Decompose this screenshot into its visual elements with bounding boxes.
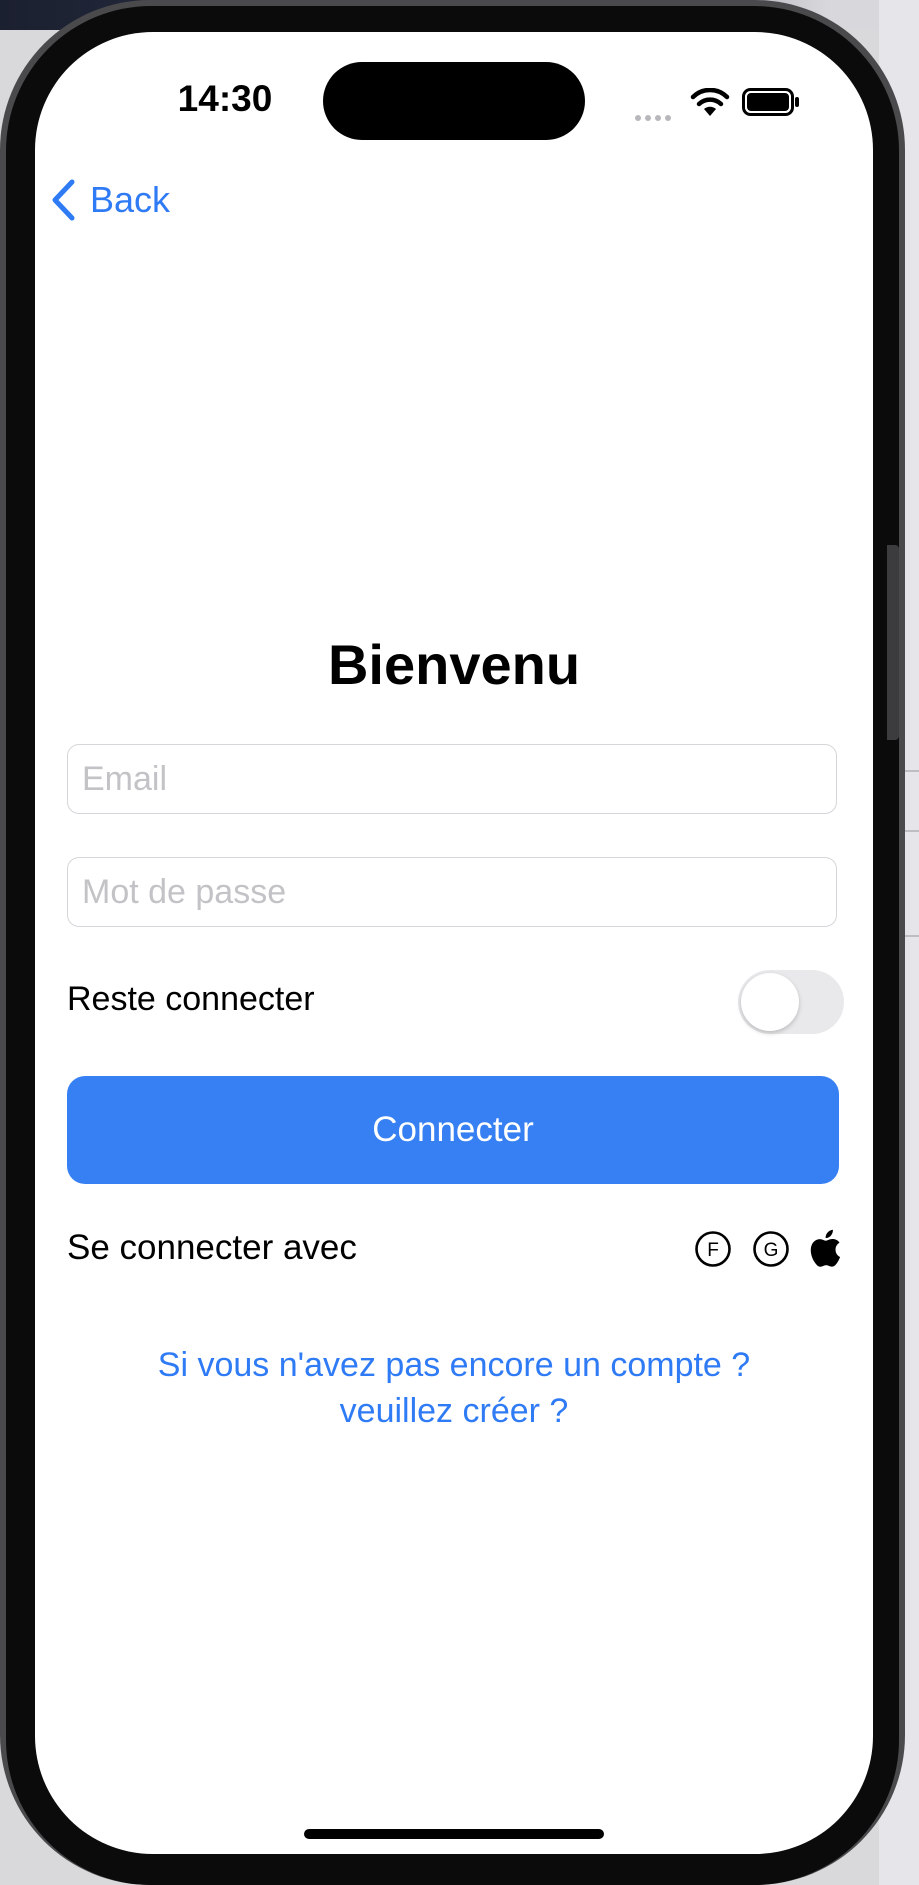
status-time: 14:30 <box>177 78 273 119</box>
signup-link[interactable]: Si vous n'avez pas encore un compte ? ve… <box>35 1342 873 1434</box>
connect-button[interactable]: Connecter <box>67 1076 839 1184</box>
phone-frame: 14:30 Back Bienvenu Email Reste connecte… <box>0 0 905 1885</box>
email-input[interactable] <box>68 745 836 813</box>
remember-me-toggle[interactable] <box>738 970 844 1034</box>
battery-icon <box>742 88 799 116</box>
wifi-icon <box>690 88 730 116</box>
password-field[interactable] <box>67 857 837 927</box>
social-login-label: Se connecter avec <box>67 1228 357 1267</box>
home-indicator <box>304 1829 604 1839</box>
google-icon[interactable]: G <box>752 1230 790 1268</box>
phone-screen: 14:30 Back Bienvenu Email Reste connecte… <box>35 32 873 1854</box>
toggle-knob <box>741 973 799 1031</box>
signup-link-line2: veuillez créer ? <box>339 1392 569 1430</box>
password-input[interactable] <box>68 858 836 926</box>
dynamic-island <box>323 62 585 140</box>
email-field[interactable] <box>67 744 837 814</box>
connect-button-label: Connecter <box>372 1110 534 1149</box>
cellular-signal-icon <box>635 108 679 121</box>
side-button <box>887 545 899 740</box>
svg-text:F: F <box>707 1240 719 1261</box>
chevron-left-icon <box>52 179 75 221</box>
signup-link-line1: Si vous n'avez pas encore un compte ? <box>157 1346 751 1384</box>
apple-icon[interactable] <box>808 1226 846 1270</box>
remember-me-label: Reste connecter <box>67 980 315 1018</box>
back-label: Back <box>90 179 171 220</box>
back-button[interactable]: Back <box>50 172 170 228</box>
facebook-icon[interactable]: F <box>694 1230 732 1268</box>
page-title: Bienvenu <box>327 633 581 696</box>
svg-text:G: G <box>764 1240 779 1261</box>
